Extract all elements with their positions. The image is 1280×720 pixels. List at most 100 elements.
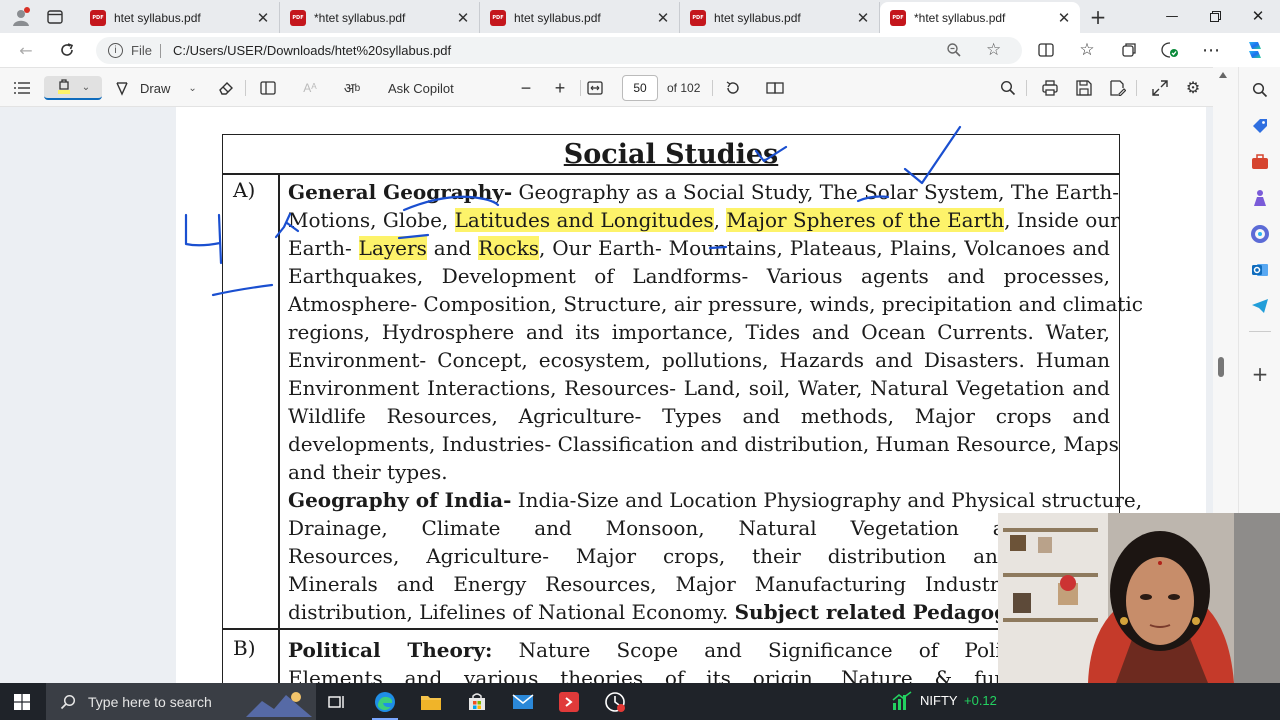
draw-button[interactable]: Draw ⌄	[114, 76, 197, 100]
taskbar-search-box[interactable]: Type here to search	[46, 683, 316, 720]
divider	[1136, 80, 1137, 96]
more-options-icon[interactable]: ⋯	[1199, 38, 1223, 62]
chevron-down-icon[interactable]: ⌄	[82, 82, 90, 93]
fullscreen-icon[interactable]	[1148, 76, 1172, 100]
favorite-star-icon[interactable]: ☆	[986, 40, 1001, 60]
add-sidebar-app-icon[interactable]: +	[1247, 361, 1273, 387]
ask-copilot-button[interactable]: Ask Copilot	[388, 76, 454, 100]
draw-label: Draw	[140, 80, 171, 96]
microsoft-365-icon[interactable]	[1247, 221, 1273, 247]
restore-icon[interactable]	[1193, 0, 1237, 32]
close-window-icon[interactable]: ✕	[1236, 0, 1280, 32]
browser-tab[interactable]: PDF htet syllabus.pdf ✕	[480, 2, 680, 33]
ask-copilot-label: Ask Copilot	[388, 80, 454, 96]
page-view-icon[interactable]	[256, 76, 280, 100]
collections-icon[interactable]	[1117, 38, 1141, 62]
url-text[interactable]: C:/Users/USER/Downloads/htet%20syllabus.…	[173, 43, 451, 58]
telegram-icon[interactable]	[1247, 293, 1273, 319]
eraser-icon[interactable]	[214, 76, 238, 100]
page-total: of 102	[667, 81, 701, 95]
fit-width-icon[interactable]	[583, 76, 607, 100]
ink-underline	[402, 195, 500, 212]
close-tab-icon[interactable]: ✕	[255, 9, 271, 27]
search-icon	[60, 694, 76, 709]
stock-ticker-name: NIFTY	[920, 693, 958, 708]
two-page-icon[interactable]	[763, 76, 787, 100]
settings-gear-icon[interactable]: ⚙	[1181, 76, 1205, 100]
zoom-out-icon[interactable]: −	[514, 76, 538, 100]
browser-essentials-icon[interactable]	[1158, 38, 1182, 62]
divider	[1249, 331, 1271, 332]
favorites-icon[interactable]: ☆	[1075, 38, 1099, 62]
divider	[159, 43, 161, 58]
close-tab-icon[interactable]: ✕	[1056, 9, 1072, 27]
site-info-icon[interactable]: i	[108, 43, 123, 58]
address-bar[interactable]: i File C:/Users/USER/Downloads/htet%20sy…	[96, 37, 1022, 64]
games-icon[interactable]	[1247, 185, 1273, 211]
divider	[712, 80, 713, 96]
close-tab-icon[interactable]: ✕	[855, 9, 871, 27]
refresh-icon[interactable]	[55, 38, 79, 62]
windows-taskbar: Type here to search NIFTY +0.12	[0, 683, 1280, 720]
print-icon[interactable]	[1038, 76, 1062, 100]
contents-icon[interactable]	[10, 76, 34, 100]
divider	[1026, 80, 1027, 96]
zoom-in-icon[interactable]: +	[548, 76, 572, 100]
file-explorer-icon[interactable]	[412, 686, 450, 718]
tab-title: *htet syllabus.pdf	[314, 10, 406, 25]
tab-title: htet syllabus.pdf	[114, 10, 201, 25]
scroll-up-arrow-icon[interactable]	[1219, 72, 1227, 78]
text-size-icon[interactable]: Aᴬ	[298, 76, 322, 100]
pdf-file-icon: PDF	[490, 9, 506, 26]
zoom-icon[interactable]	[946, 42, 962, 61]
rotate-icon[interactable]	[721, 76, 745, 100]
mail-icon[interactable]	[504, 686, 542, 718]
divider	[245, 80, 246, 96]
shopping-tag-icon[interactable]	[1247, 113, 1273, 139]
task-view-icon[interactable]	[318, 686, 356, 718]
save-as-icon[interactable]	[1106, 76, 1130, 100]
microsoft-store-icon[interactable]	[458, 686, 496, 718]
screen-recorder-icon[interactable]	[596, 686, 634, 718]
pdf-file-icon: PDF	[290, 9, 306, 26]
profile-icon[interactable]	[8, 4, 34, 30]
app-icon-red[interactable]	[550, 686, 588, 718]
pdf-file-icon: PDF	[890, 9, 906, 26]
browser-tab[interactable]: PDF *htet syllabus.pdf ✕	[280, 2, 480, 33]
minimize-icon[interactable]: —	[1150, 0, 1194, 32]
ink-checkmark	[754, 145, 788, 163]
tab-strip: PDF htet syllabus.pdf ✕ PDF *htet syllab…	[0, 0, 1280, 33]
ink-underline	[211, 283, 274, 297]
save-icon[interactable]	[1072, 76, 1096, 100]
highlight-button[interactable]: ⌄	[44, 76, 102, 100]
browser-tab-active[interactable]: PDF *htet syllabus.pdf ✕	[880, 2, 1080, 33]
split-screen-icon[interactable]	[1034, 38, 1058, 62]
back-icon[interactable]: ←	[14, 38, 38, 62]
read-aloud-icon[interactable]: अb	[340, 76, 364, 100]
close-tab-icon[interactable]: ✕	[455, 9, 471, 27]
chevron-down-icon[interactable]: ⌄	[188, 83, 196, 94]
ink-underline	[708, 245, 728, 250]
search-placeholder: Type here to search	[88, 693, 212, 710]
pdf-file-icon: PDF	[90, 9, 106, 26]
pdf-file-icon: PDF	[690, 9, 706, 26]
close-tab-icon[interactable]: ✕	[655, 9, 671, 27]
search-icon[interactable]	[1247, 77, 1273, 103]
tab-title: htet syllabus.pdf	[714, 10, 801, 25]
browser-tab[interactable]: PDF htet syllabus.pdf ✕	[80, 2, 280, 33]
windows-start-icon[interactable]	[3, 686, 41, 718]
ink-letter-u	[184, 213, 223, 265]
tools-icon[interactable]	[1247, 149, 1273, 175]
ink-underline	[397, 233, 430, 240]
outlook-icon[interactable]	[1247, 257, 1273, 283]
search-icon[interactable]	[996, 76, 1020, 100]
tab-title: *htet syllabus.pdf	[914, 10, 1006, 25]
new-tab-icon[interactable]: +	[1085, 4, 1111, 30]
copilot-icon[interactable]	[1243, 38, 1267, 62]
ink-checkmark	[274, 212, 300, 239]
scrollbar-thumb[interactable]	[1218, 357, 1224, 377]
browser-tab[interactable]: PDF htet syllabus.pdf ✕	[680, 2, 880, 33]
page-number-input[interactable]: 50	[622, 75, 658, 101]
edge-browser-icon[interactable]	[366, 686, 404, 720]
tab-actions-icon[interactable]	[42, 4, 68, 30]
